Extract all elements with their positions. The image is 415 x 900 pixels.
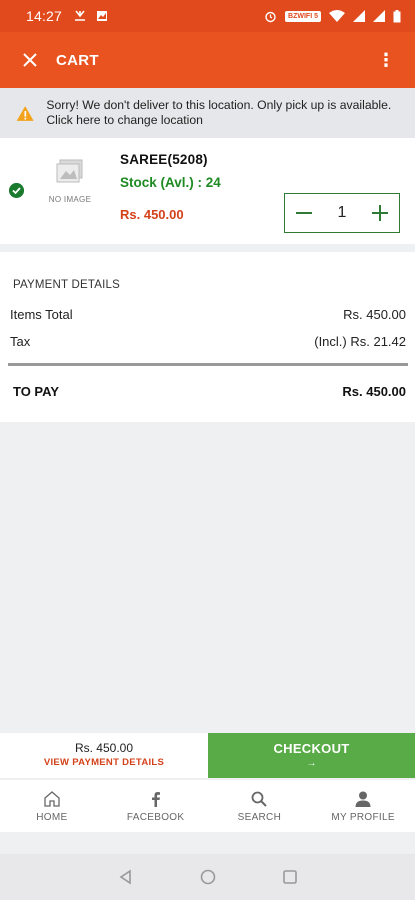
nav-profile-label: MY PROFILE	[331, 811, 395, 823]
warning-text[interactable]: Sorry! We don't deliver to this location…	[46, 98, 403, 128]
checkout-button[interactable]: CHECKOUT →	[208, 733, 415, 778]
tax-row: Tax (Incl.) Rs. 21.42	[10, 334, 406, 349]
quantity-value: 1	[337, 204, 347, 221]
location-warning-banner[interactable]: Sorry! We don't deliver to this location…	[0, 88, 415, 138]
divider	[8, 363, 408, 366]
cart-item-card: NO IMAGE SAREE(5208) Stock (Avl.) : 24 R…	[0, 138, 415, 244]
close-icon[interactable]	[22, 52, 38, 68]
app-bar: CART ⋮	[0, 32, 415, 88]
quantity-stepper: 1	[284, 193, 400, 233]
view-payment-details-link[interactable]: VIEW PAYMENT DETAILS	[0, 757, 208, 768]
check-icon	[9, 183, 24, 198]
facebook-icon	[151, 791, 160, 807]
product-image-placeholder: NO IMAGE	[44, 158, 96, 218]
payment-details-title: PAYMENT DETAILS	[13, 279, 120, 291]
more-options-icon[interactable]: ⋮	[369, 50, 403, 71]
no-image-label: NO IMAGE	[48, 195, 92, 204]
items-total-row: Items Total Rs. 450.00	[10, 307, 406, 322]
nav-my-profile[interactable]: MY PROFILE	[311, 780, 415, 832]
items-total-value: Rs. 450.00	[343, 307, 406, 322]
battery-icon	[393, 9, 401, 22]
wifi-network-badge: BZWIFI 5	[285, 10, 321, 22]
image-icon	[97, 11, 108, 21]
nav-facebook-label: FACEBOOK	[126, 811, 185, 823]
status-bar: 14:27 BZWIFI 5	[0, 0, 415, 32]
nav-home-label: HOME	[36, 811, 68, 823]
to-pay-label: TO PAY	[13, 384, 60, 399]
home-circle-icon[interactable]	[200, 869, 216, 885]
no-image-icon	[56, 159, 83, 183]
download-icon	[75, 10, 86, 21]
product-price: Rs. 450.00	[120, 207, 184, 222]
status-time: 14:27	[26, 8, 63, 24]
bottom-navigation: HOME FACEBOOK SEARCH MY PROFILE	[0, 780, 415, 832]
alarm-icon	[265, 11, 276, 22]
to-pay-value: Rs. 450.00	[342, 384, 406, 399]
page-title: CART	[56, 51, 99, 69]
search-icon	[251, 791, 268, 807]
product-stock: Stock (Avl.) : 24	[120, 175, 221, 190]
system-navigation-bar	[0, 854, 415, 900]
footer-price-panel: Rs. 450.00 VIEW PAYMENT DETAILS	[0, 733, 208, 778]
items-total-label: Items Total	[10, 307, 73, 322]
signal-icon	[353, 10, 365, 22]
footer-amount: Rs. 450.00	[74, 741, 134, 755]
minus-icon[interactable]	[295, 204, 313, 222]
to-pay-row: TO PAY Rs. 450.00	[13, 384, 406, 399]
checkout-label: CHECKOUT	[273, 741, 350, 756]
wifi-icon	[329, 10, 345, 22]
plus-icon[interactable]	[371, 204, 389, 222]
nav-search[interactable]: SEARCH	[208, 780, 312, 832]
nav-search-label: SEARCH	[237, 811, 282, 823]
arrow-right-icon: →	[306, 758, 317, 769]
profile-icon	[355, 791, 371, 807]
tax-value: (Incl.) Rs. 21.42	[314, 334, 406, 349]
home-icon	[44, 790, 60, 807]
nav-facebook[interactable]: FACEBOOK	[104, 780, 208, 832]
warning-icon	[16, 105, 34, 121]
nav-home[interactable]: HOME	[0, 780, 104, 832]
back-icon[interactable]	[118, 869, 134, 885]
signal-icon-2	[373, 10, 385, 22]
product-name: SAREE(5208)	[120, 152, 208, 167]
tax-label: Tax	[10, 334, 31, 349]
recents-icon[interactable]	[282, 869, 298, 885]
payment-details-section: PAYMENT DETAILS Items Total Rs. 450.00 T…	[0, 252, 415, 422]
